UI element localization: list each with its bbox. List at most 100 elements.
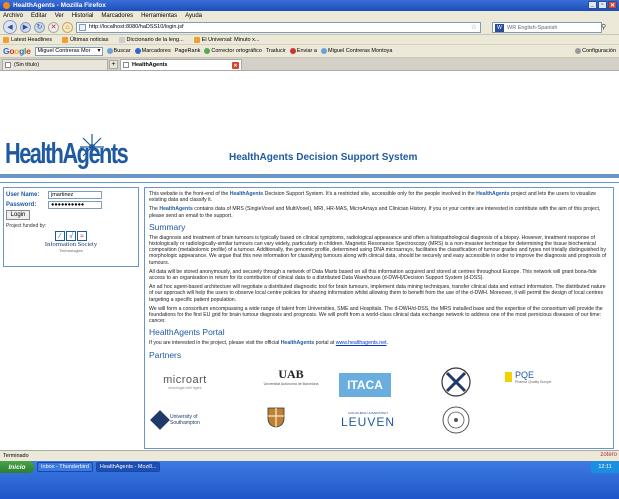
- main-content-panel: This website is the front-end of the Hea…: [144, 187, 614, 449]
- bookmark-item[interactable]: Latest Headlines: [3, 36, 52, 43]
- search-placeholder: WR English-Spanish: [507, 24, 558, 31]
- tab-untitled[interactable]: (Sin título): [2, 59, 108, 70]
- agent-star-icon: [80, 134, 104, 160]
- menu-historial[interactable]: Historial: [72, 13, 94, 19]
- google-search-button[interactable]: Buscar: [106, 48, 131, 54]
- back-button[interactable]: ◀: [3, 20, 17, 34]
- google-bookmarks-button[interactable]: Marcadores: [134, 48, 171, 54]
- university-seal-icon: [442, 406, 470, 434]
- rss-icon: [61, 36, 68, 43]
- url-text: http://localhost:8080/haDSS10/login.jsf: [89, 24, 184, 30]
- minimize-button[interactable]: _: [588, 1, 597, 9]
- google-logo[interactable]: Google: [3, 46, 31, 56]
- partner-seal[interactable]: [441, 405, 471, 435]
- intro-paragraph: This website is the front-end of the Hea…: [149, 191, 597, 204]
- partner-edinburgh-crest[interactable]: [439, 365, 473, 399]
- navigation-toolbar: ◀ ▶ ↻ ✕ ⌂ http://localhost:8080/haDSS10/…: [0, 20, 619, 35]
- menu-editar[interactable]: Editar: [31, 13, 47, 19]
- url-bar[interactable]: http://localhost:8080/haDSS10/login.jsf …: [76, 21, 481, 33]
- rss-icon: [193, 36, 200, 43]
- menu-archivo[interactable]: Archivo: [3, 13, 23, 19]
- portal-link[interactable]: www.healthagents.net: [336, 340, 387, 346]
- send-to-button[interactable]: Enviar a: [289, 48, 317, 54]
- menu-herramientas[interactable]: Herramientas: [141, 13, 177, 19]
- home-button[interactable]: ⌂: [62, 21, 73, 33]
- close-window-button[interactable]: ✕: [608, 1, 617, 9]
- username-input[interactable]: [48, 190, 102, 199]
- username-label: User Name:: [6, 191, 40, 198]
- account-button[interactable]: Miguel Contreras Montoya: [320, 48, 393, 54]
- check-icon: [204, 48, 211, 54]
- rss-icon: [3, 36, 9, 43]
- window-controls: _ ▫ ✕: [588, 1, 617, 9]
- window-title: HealthAgents - Mozilla Firefox: [13, 2, 106, 9]
- stop-button[interactable]: ✕: [48, 21, 59, 33]
- partner-pqe[interactable]: PQE Pharma Quality Europe: [505, 367, 565, 387]
- taskbar-thunderbird[interactable]: Inbox - Thunderbird: [37, 462, 93, 472]
- partner-microart[interactable]: microart tecnologia intel·ligent: [153, 369, 217, 395]
- partner-crest-shield[interactable]: [265, 405, 287, 429]
- partners-logos: microart tecnologia intel·ligent UAB Uni…: [149, 361, 609, 448]
- ist-logo-icon: ≈: [77, 231, 87, 241]
- partner-itaca[interactable]: ITACA: [339, 372, 391, 397]
- translate-button[interactable]: Traducir: [266, 48, 286, 54]
- healthagents-logo: HealthAgents: [3, 134, 129, 174]
- page-content: HealthAgents HealthAgents Decision Suppo…: [0, 72, 619, 450]
- sponsor-subtitle: Technologies: [59, 248, 83, 253]
- forward-button[interactable]: ▶: [20, 21, 31, 33]
- menu-ver[interactable]: Ver: [55, 13, 64, 19]
- search-engine-icon[interactable]: W: [495, 24, 504, 32]
- settings-button[interactable]: Configuración: [575, 48, 616, 54]
- page-title: HealthAgents Decision Support System: [229, 152, 418, 163]
- page-icon: [123, 62, 129, 68]
- ist-logo: ⁄ √ ≈ Information Society Technologies: [6, 231, 136, 253]
- status-bar: Terminado zotero: [0, 450, 619, 461]
- tab-healthagents[interactable]: HealthAgents ✕: [120, 59, 242, 70]
- pqe-logo-icon: [505, 371, 512, 382]
- google-toolbar: Google Miguel Contreras Mor Buscar Marca…: [0, 45, 619, 58]
- search-box[interactable]: W WR English-Spanish ⚲: [492, 22, 606, 33]
- ist-logo-icon: ⁄: [55, 231, 65, 241]
- new-tab-button[interactable]: +: [109, 60, 118, 69]
- login-button[interactable]: Login: [6, 210, 30, 220]
- bookmark-star-icon[interactable]: ☆: [471, 23, 477, 31]
- tab-strip: (Sin título) + HealthAgents ✕: [0, 58, 619, 71]
- partners-heading: Partners: [149, 349, 182, 360]
- zotero-button[interactable]: zotero: [600, 452, 617, 458]
- close-tab-icon[interactable]: ✕: [232, 62, 239, 69]
- menu-marcadores[interactable]: Marcadores: [101, 13, 133, 19]
- sponsor-name: Information Society: [44, 241, 98, 248]
- partner-leuven[interactable]: KATHOLIEKE UNIVERSITEIT LEUVEN: [339, 409, 397, 431]
- search-icon: [106, 48, 113, 54]
- bookmark-item[interactable]: Últimas noticias: [61, 36, 109, 43]
- reload-button[interactable]: ↻: [34, 21, 45, 33]
- taskbar-firefox[interactable]: HealthAgents - Mozill...: [95, 462, 161, 472]
- pagerank-indicator[interactable]: PageRank: [175, 48, 201, 54]
- university-crest-icon: [441, 367, 471, 397]
- summary-paragraph: We will form a consortium encompassing a…: [149, 305, 603, 325]
- menu-ayuda[interactable]: Ayuda: [185, 13, 202, 19]
- password-label: Password:: [6, 201, 37, 208]
- portal-heading: HealthAgents Portal: [149, 327, 225, 338]
- bookmark-item[interactable]: Diccionario de la leng...: [118, 36, 184, 43]
- user-icon: [320, 48, 327, 54]
- spellcheck-button[interactable]: Corrector ortográfico: [204, 48, 262, 54]
- partner-southampton[interactable]: University of Southampton: [150, 407, 217, 433]
- search-icon[interactable]: ⚲: [601, 23, 606, 31]
- google-search-input[interactable]: Miguel Contreras Mor: [34, 46, 103, 56]
- portal-paragraph: If you are interested in the project, pl…: [149, 340, 388, 347]
- bookmarks-toolbar: Latest Headlines Últimas noticias Diccio…: [0, 35, 619, 45]
- summary-paragraph: The diagnosis and treatment of brain tum…: [149, 234, 607, 266]
- partner-uab[interactable]: UAB Universitat Autònoma de Barcelona: [261, 361, 321, 393]
- page-icon: [118, 36, 125, 43]
- send-icon: [289, 48, 296, 54]
- start-button[interactable]: Inicio: [0, 461, 34, 473]
- ist-logo-icon: √: [66, 231, 76, 241]
- funded-by-label: Project funded by:: [6, 223, 47, 229]
- maximize-button[interactable]: ▫: [598, 1, 607, 9]
- bookmark-item[interactable]: El Universal: Minuto x...: [193, 36, 259, 43]
- summary-paragraph: An ad hoc agent-based architecture will …: [149, 284, 606, 303]
- windows-taskbar: Inicio Inbox - Thunderbird HealthAgents …: [0, 461, 619, 499]
- password-input[interactable]: [48, 200, 102, 209]
- header-subdivider: [0, 182, 619, 183]
